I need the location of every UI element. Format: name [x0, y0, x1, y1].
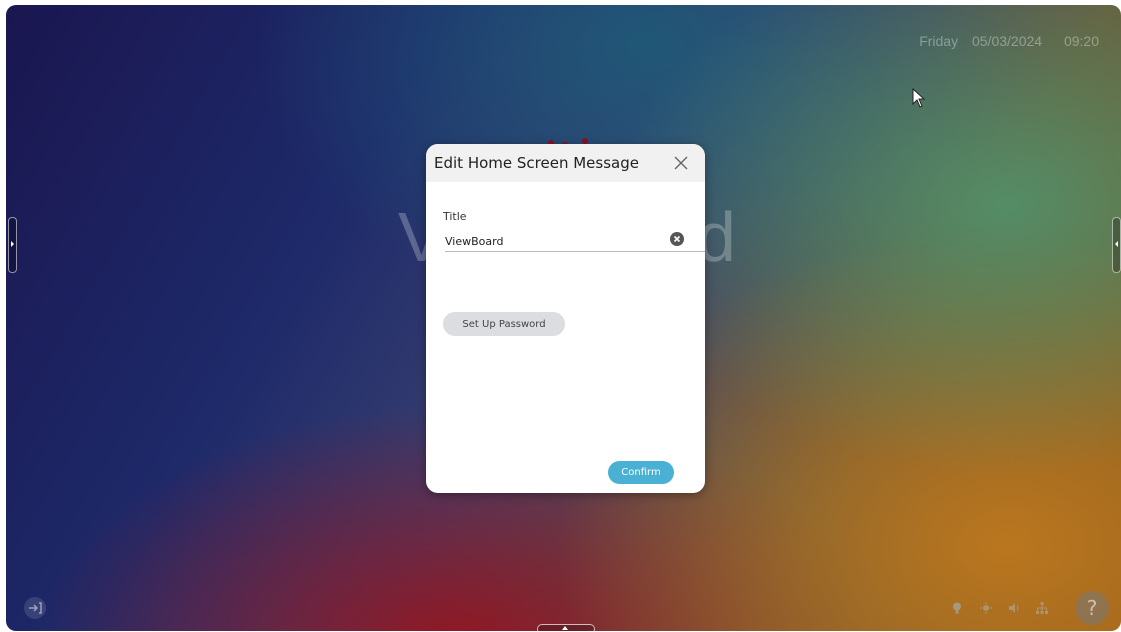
exit-icon[interactable] — [24, 597, 46, 619]
set-up-password-button[interactable]: Set Up Password — [443, 312, 565, 336]
bulb-icon[interactable] — [950, 601, 964, 615]
volume-icon[interactable] — [1007, 601, 1021, 615]
help-button[interactable]: ? — [1075, 591, 1109, 625]
confirm-button[interactable]: Confirm — [608, 461, 674, 484]
time-label: 09:20 — [1063, 33, 1099, 49]
clear-icon[interactable] — [670, 232, 684, 246]
title-input[interactable] — [445, 231, 705, 252]
date-label: 05/03/2024 — [971, 33, 1043, 49]
edit-home-screen-message-dialog: Edit Home Screen Message Title Set Up Pa… — [426, 144, 705, 493]
right-sidebar-toggle[interactable] — [1112, 217, 1121, 273]
left-sidebar-toggle[interactable] — [8, 217, 17, 273]
close-icon[interactable] — [673, 155, 689, 171]
network-icon[interactable] — [1035, 601, 1049, 615]
bottom-toolbar-handle[interactable] — [537, 624, 595, 631]
dialog-header: Edit Home Screen Message — [426, 144, 705, 182]
day-label: Friday — [919, 33, 959, 49]
dialog-title: Edit Home Screen Message — [434, 154, 639, 172]
home-screen: Friday 05/03/2024 09:20 V d Edit Home Sc… — [6, 5, 1121, 631]
title-field-label: Title — [443, 210, 467, 223]
brightness-icon[interactable] — [979, 601, 993, 615]
cursor-icon — [912, 88, 926, 108]
date-time: Friday 05/03/2024 09:20 — [909, 33, 1099, 49]
